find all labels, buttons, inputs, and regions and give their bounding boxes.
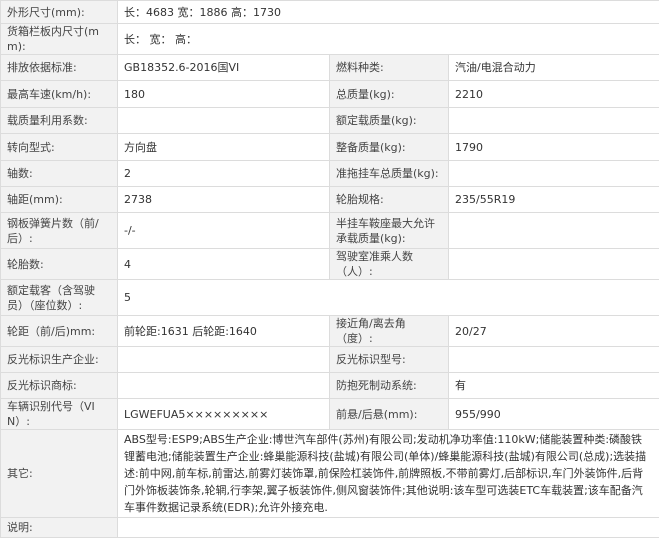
- spec-label: 接近角/离去角（度）:: [330, 316, 449, 347]
- spec-label: 反光标识商标:: [1, 373, 118, 399]
- spec-row: 转向型式: 方向盘 整备质量(kg): 1790: [1, 134, 659, 161]
- spec-row-other: 其它: ABS型号:ESP9;ABS生产企业:博世汽车部件(苏州)有限公司;发动…: [1, 430, 659, 518]
- spec-label: 反光标识生产企业:: [1, 347, 118, 373]
- spec-label: 载质量利用系数:: [1, 108, 118, 134]
- spec-row: 轴距(mm): 2738 轮胎规格: 235/55R19: [1, 187, 659, 213]
- spec-value: 180: [118, 81, 330, 108]
- spec-label: 总质量(kg):: [330, 81, 449, 108]
- spec-value: 2: [118, 161, 330, 187]
- spec-label: 轴距(mm):: [1, 187, 118, 213]
- spec-value: [118, 108, 330, 134]
- spec-label: 钢板弹簧片数（前/后）:: [1, 213, 118, 249]
- spec-row: 载质量利用系数: 额定载质量(kg):: [1, 108, 659, 134]
- spec-value: [449, 108, 659, 134]
- spec-label: 最高车速(km/h):: [1, 81, 118, 108]
- spec-value: ABS型号:ESP9;ABS生产企业:博世汽车部件(苏州)有限公司;发动机净功率…: [118, 430, 659, 518]
- spec-label: 驾驶室准乘人数（人）:: [330, 249, 449, 280]
- spec-value: [449, 347, 659, 373]
- spec-row-cargo-box: 货箱栏板内尺寸(mm): 长： 宽： 高：: [1, 24, 659, 55]
- spec-value: -/-: [118, 213, 330, 249]
- spec-value: 方向盘: [118, 134, 330, 161]
- spec-label: 额定载客（含驾驶员）（座位数）:: [1, 280, 118, 316]
- spec-value: 2738: [118, 187, 330, 213]
- spec-value: 有: [449, 373, 659, 399]
- spec-label: 燃料种类:: [330, 55, 449, 81]
- spec-label: 说明:: [1, 518, 118, 538]
- spec-label: 轮胎数:: [1, 249, 118, 280]
- spec-value: [449, 249, 659, 280]
- spec-row: 轮距（前/后)mm: 前轮距:1631 后轮距:1640 接近角/离去角（度）:…: [1, 316, 659, 347]
- spec-value: [118, 373, 330, 399]
- spec-value: 20/27: [449, 316, 659, 347]
- spec-label: 排放依据标准:: [1, 55, 118, 81]
- spec-value: 前轮距:1631 后轮距:1640: [118, 316, 330, 347]
- spec-label: 反光标识型号:: [330, 347, 449, 373]
- spec-value: 5: [118, 280, 659, 316]
- spec-row-notes: 说明:: [1, 518, 659, 538]
- spec-label: 其它:: [1, 430, 118, 518]
- spec-value: [449, 213, 659, 249]
- spec-label: 轮胎规格:: [330, 187, 449, 213]
- spec-label: 转向型式:: [1, 134, 118, 161]
- spec-value: LGWEFUA5×××××××××: [118, 399, 330, 430]
- spec-value: 1790: [449, 134, 659, 161]
- spec-label: 轮距（前/后)mm:: [1, 316, 118, 347]
- spec-label: 外形尺寸(mm):: [1, 1, 118, 24]
- vehicle-spec-table: 外形尺寸(mm): 长：4683 宽：1886 高：1730 货箱栏板内尺寸(m…: [0, 0, 659, 538]
- spec-row: 轴数: 2 准拖挂车总质量(kg):: [1, 161, 659, 187]
- spec-row: 排放依据标准: GB18352.6-2016国VI 燃料种类: 汽油/电混合动力: [1, 55, 659, 81]
- spec-value: 长： 宽： 高：: [118, 24, 659, 55]
- spec-value: 2210: [449, 81, 659, 108]
- spec-row: 反光标识商标: 防抱死制动系统: 有: [1, 373, 659, 399]
- spec-row: 反光标识生产企业: 反光标识型号:: [1, 347, 659, 373]
- spec-row-dimensions: 外形尺寸(mm): 长：4683 宽：1886 高：1730: [1, 1, 659, 24]
- spec-label: 额定载质量(kg):: [330, 108, 449, 134]
- spec-label: 准拖挂车总质量(kg):: [330, 161, 449, 187]
- spec-value: 4: [118, 249, 330, 280]
- spec-label: 半挂车鞍座最大允许承载质量(kg):: [330, 213, 449, 249]
- spec-label: 轴数:: [1, 161, 118, 187]
- spec-value: 955/990: [449, 399, 659, 430]
- spec-value: [449, 161, 659, 187]
- spec-label: 车辆识别代号（VIN）:: [1, 399, 118, 430]
- spec-row: 钢板弹簧片数（前/后）: -/- 半挂车鞍座最大允许承载质量(kg):: [1, 213, 659, 249]
- spec-value: [118, 518, 659, 538]
- spec-row: 车辆识别代号（VIN）: LGWEFUA5××××××××× 前悬/后悬(mm)…: [1, 399, 659, 430]
- spec-label: 整备质量(kg):: [330, 134, 449, 161]
- spec-label: 防抱死制动系统:: [330, 373, 449, 399]
- spec-value: 长：4683 宽：1886 高：1730: [118, 1, 659, 24]
- spec-row-seats: 额定载客（含驾驶员）（座位数）: 5: [1, 280, 659, 316]
- spec-row: 最高车速(km/h): 180 总质量(kg): 2210: [1, 81, 659, 108]
- spec-value: 235/55R19: [449, 187, 659, 213]
- spec-value: [118, 347, 330, 373]
- spec-label: 货箱栏板内尺寸(mm):: [1, 24, 118, 55]
- spec-value: 汽油/电混合动力: [449, 55, 659, 81]
- spec-value: GB18352.6-2016国VI: [118, 55, 330, 81]
- spec-row: 轮胎数: 4 驾驶室准乘人数（人）:: [1, 249, 659, 280]
- spec-label: 前悬/后悬(mm):: [330, 399, 449, 430]
